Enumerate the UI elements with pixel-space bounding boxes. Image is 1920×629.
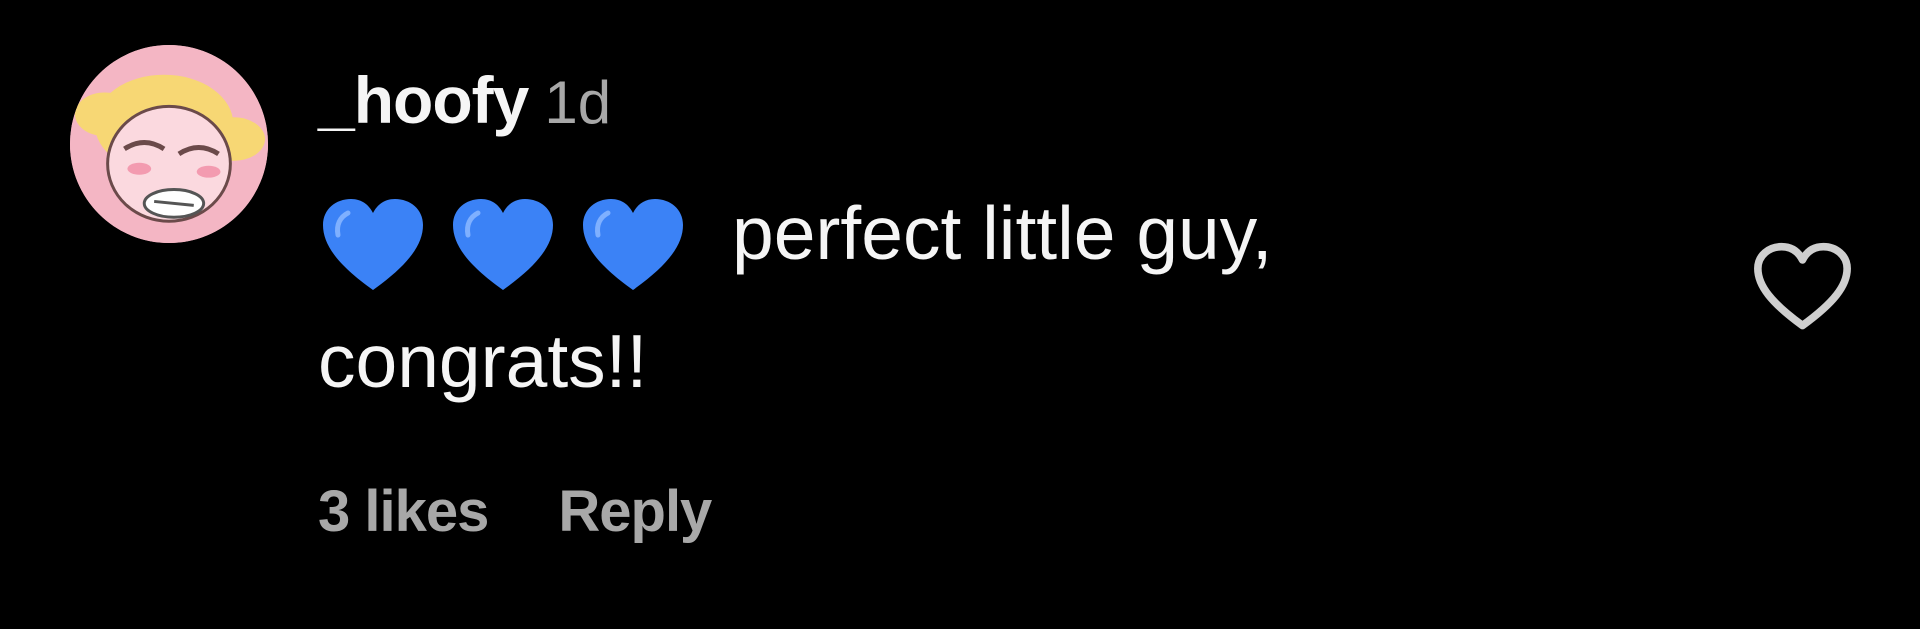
avatar[interactable] <box>70 45 268 243</box>
timestamp[interactable]: 1d <box>544 68 611 137</box>
username[interactable]: _hoofy <box>318 62 529 138</box>
blue-heart-icon <box>578 195 688 295</box>
likes-count[interactable]: 3 likes <box>318 478 489 545</box>
blue-heart-icon <box>318 195 428 295</box>
heart-outline-icon <box>1754 242 1851 330</box>
emoji-group <box>318 178 708 300</box>
comment-item: _hoofy 1d perfect little guy, congrats!!… <box>0 0 1920 629</box>
comment-header: _hoofy 1d <box>318 62 611 152</box>
like-button[interactable] <box>1750 240 1855 335</box>
comment-footer: 3 likes Reply <box>318 478 712 545</box>
cartoon-girl-avatar-icon <box>70 45 268 243</box>
blue-heart-icon <box>448 195 558 295</box>
comment-text: perfect little guy, congrats!! <box>318 172 1618 422</box>
reply-button[interactable]: Reply <box>558 478 712 545</box>
